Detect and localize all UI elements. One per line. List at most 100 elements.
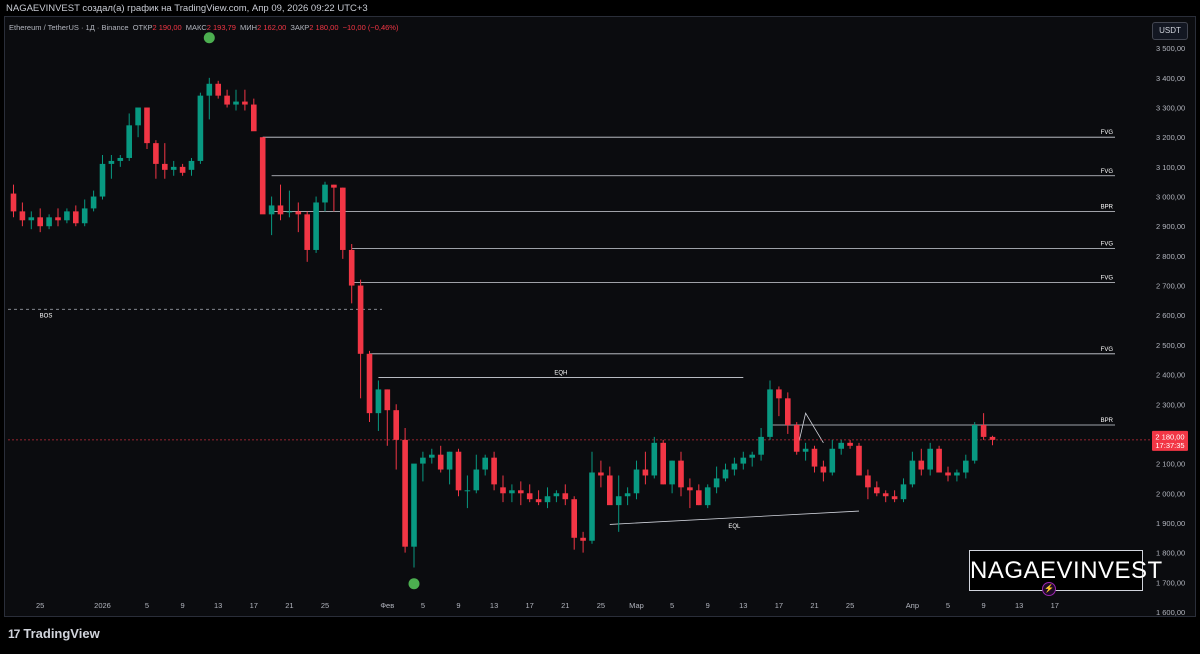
close-value: 2 180,00: [309, 23, 339, 32]
candle-body: [980, 425, 987, 437]
candle-body: [402, 439, 408, 547]
candle-body: [197, 95, 204, 161]
close-label: ЗАКР: [290, 23, 310, 32]
candle-body: [37, 217, 43, 227]
candle-body: [295, 211, 302, 215]
x-tick-label: 17: [250, 601, 258, 610]
candle-body: [767, 389, 773, 437]
candle-body: [785, 398, 791, 426]
high-label: МАКС: [185, 23, 207, 32]
level-label: FVG: [1101, 169, 1114, 175]
candle-body: [126, 125, 132, 158]
bos-label: BOS: [40, 313, 53, 319]
candle-body: [758, 436, 764, 455]
candle-body: [891, 496, 898, 500]
candle-body: [793, 425, 800, 452]
x-tick-label: 9: [982, 601, 986, 610]
x-tick-label: Фев: [380, 601, 394, 610]
y-tick-label: 2 500,00: [1156, 341, 1185, 350]
y-tick-label: 2 400,00: [1156, 371, 1185, 380]
candle-body: [162, 163, 168, 170]
x-tick-label: 25: [321, 601, 329, 610]
candle-body: [989, 436, 996, 440]
candle-body: [802, 448, 809, 452]
candle-body: [286, 211, 293, 213]
candle-body: [678, 460, 684, 488]
candle-body: [393, 410, 399, 440]
candle-body: [46, 217, 52, 227]
candle-body: [874, 487, 880, 494]
candle-body: [313, 202, 319, 250]
candle-body: [936, 448, 942, 473]
symbol-name[interactable]: Ethereum / TetherUS · 1Д · Binance: [9, 23, 129, 32]
candle-body: [19, 211, 26, 221]
x-tick-label: 13: [490, 601, 498, 610]
candle-body: [81, 208, 88, 224]
open-value: 2 190,00: [152, 23, 182, 32]
candle-body: [811, 448, 818, 467]
candle-body: [651, 442, 658, 476]
y-tick-label: 2 700,00: [1156, 282, 1185, 291]
candle-body: [633, 469, 640, 494]
candle-body: [856, 445, 862, 476]
candle-body: [55, 217, 61, 221]
candle-body: [535, 499, 542, 503]
x-tick-label: 17: [1051, 601, 1059, 610]
x-tick-label: 17: [775, 601, 783, 610]
x-tick-label: 2026: [94, 601, 111, 610]
zigzag-line: [796, 412, 824, 452]
x-tick-label: 13: [1015, 601, 1023, 610]
x-tick-label: 13: [739, 601, 747, 610]
candle-body: [233, 101, 239, 105]
y-tick-label: 3 400,00: [1156, 74, 1185, 83]
candle-body: [704, 487, 711, 506]
candle-body: [144, 107, 150, 144]
candle-body: [268, 205, 275, 215]
tradingview-logo[interactable]: 17 TradingView: [8, 626, 100, 641]
candle-body: [304, 214, 310, 250]
tradingview-mark-icon: 17: [8, 627, 20, 641]
candle-body: [206, 83, 213, 96]
candle-body: [322, 184, 328, 203]
y-tick-label: 2 800,00: [1156, 252, 1185, 261]
candle-body: [464, 490, 471, 492]
candle-body: [660, 442, 666, 485]
candle-body: [348, 249, 355, 286]
candle-body: [375, 389, 382, 414]
candle-body: [918, 460, 925, 470]
footer-bar: [0, 617, 1200, 654]
candle-body: [170, 166, 177, 170]
x-tick-label: 17: [526, 601, 534, 610]
candle-body: [927, 448, 933, 470]
candle-body: [820, 466, 827, 473]
candle-body: [482, 457, 488, 470]
candle-body: [607, 475, 613, 506]
candle-body: [331, 184, 337, 188]
candle-body: [687, 487, 693, 491]
candle-body: [179, 166, 186, 173]
eqh-label: EQH: [554, 371, 567, 377]
currency-button[interactable]: USDT: [1152, 22, 1188, 40]
candle-body: [90, 196, 97, 209]
level-label: FVG: [1101, 276, 1114, 282]
x-tick-label: 9: [706, 601, 710, 610]
candle-body: [384, 389, 391, 411]
y-tick-label: 3 500,00: [1156, 44, 1185, 53]
watermark-logo: NAGAEVINVEST: [969, 550, 1162, 591]
candle-body: [99, 163, 106, 197]
x-tick-label: 13: [214, 601, 222, 610]
candle-body: [776, 389, 782, 399]
candle-body: [117, 157, 124, 161]
candle-body: [437, 454, 444, 470]
candle-body: [722, 469, 729, 479]
y-tick-label: 3 300,00: [1156, 104, 1185, 113]
x-tick-label: 21: [561, 601, 569, 610]
candlestick-chart[interactable]: 3 500,00 3 400,00 3 300,00 3 200,00 3 100,00…: [0, 0, 1200, 617]
candle-body: [740, 457, 747, 464]
candle-body: [589, 472, 595, 541]
candle-body: [224, 95, 230, 105]
level-label: FVG: [1101, 347, 1114, 353]
candle-body: [731, 463, 738, 470]
candle-body: [251, 104, 257, 132]
y-tick-label: 2 600,00: [1156, 311, 1185, 320]
